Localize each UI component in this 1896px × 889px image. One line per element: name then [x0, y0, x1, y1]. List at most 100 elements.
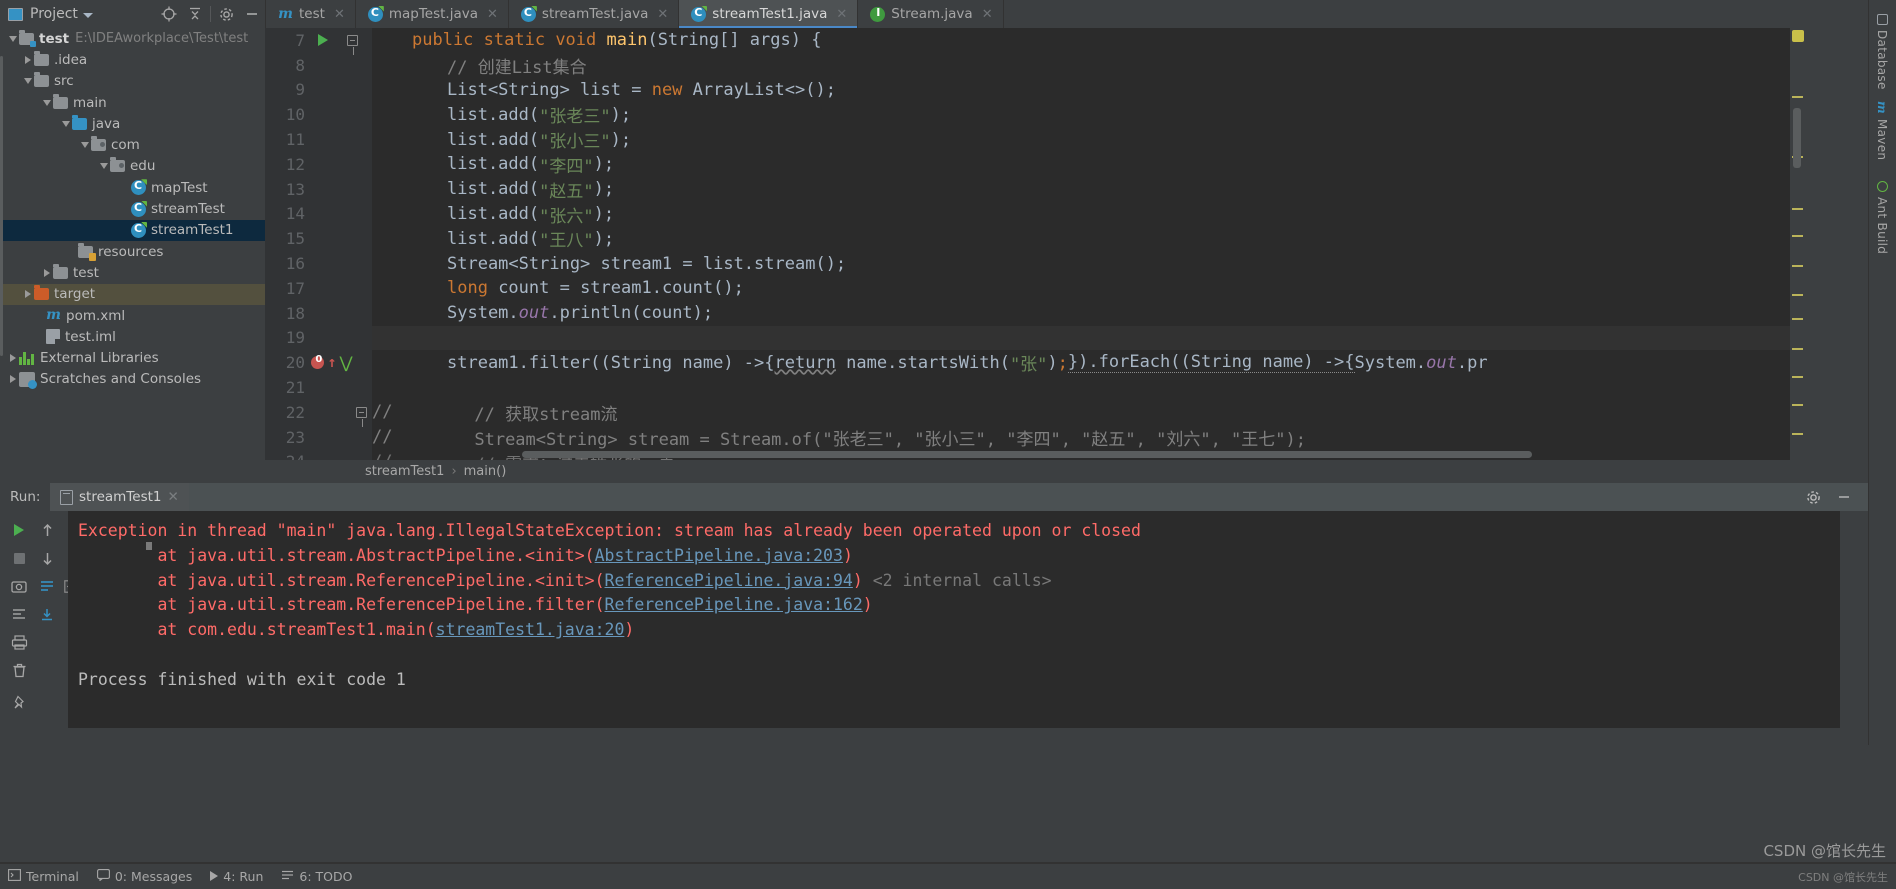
tree-item-label: Scratches and Consoles [40, 371, 202, 388]
internal-calls-label[interactable]: <2 internal calls> [873, 571, 1052, 590]
rerun-icon[interactable] [6, 517, 32, 543]
tool-button-maven[interactable]: m Maven [1871, 95, 1893, 166]
editor-tab-bar: m test ✕ mapTest.java ✕ streamTest.java … [265, 0, 1896, 28]
tree-item-test-folder[interactable]: test [0, 262, 265, 283]
run-gutter-icon[interactable] [318, 34, 328, 47]
tree-item-java[interactable]: java [0, 113, 265, 134]
fold-collapse-icon[interactable] [346, 34, 358, 55]
tree-item-test-iml[interactable]: test.iml [0, 326, 265, 347]
chevron-down-icon[interactable] [97, 163, 110, 170]
status-item-terminal[interactable]: Terminal [8, 869, 79, 884]
scroll-up-icon[interactable] [34, 517, 60, 543]
tool-button-label: Ant Build [1875, 197, 1889, 255]
tree-item-label: resources [98, 243, 164, 260]
settings-icon[interactable] [1805, 489, 1822, 510]
editor-tab-streamTest1[interactable]: streamTest1.java ✕ [679, 0, 859, 28]
inspection-ok-icon[interactable]: ⋁ [339, 354, 352, 371]
project-tree-scrollbar[interactable] [0, 56, 3, 356]
stacktrace-link[interactable]: streamTest1.java:20 [436, 620, 625, 639]
close-icon[interactable]: ✕ [334, 7, 345, 22]
stacktrace-link[interactable]: AbstractPipeline.java:203 [595, 546, 843, 565]
chevron-right-icon[interactable] [21, 55, 34, 64]
tree-item-mapTest[interactable]: mapTest [0, 177, 265, 198]
tree-item-resources[interactable]: resources [0, 241, 265, 262]
code-line-14: list.add("张六"); [447, 203, 615, 227]
code-line-9: List<String> list = new ArrayList<>(); [447, 79, 836, 100]
console-output[interactable]: Exception in thread "main" java.lang.Ill… [68, 511, 1840, 728]
stop-icon[interactable] [6, 545, 32, 571]
editor-tab-streamTest[interactable]: streamTest.java ✕ [508, 0, 680, 28]
run-tab-streamTest1[interactable]: streamTest1 ✕ [50, 483, 189, 511]
breadcrumb-method[interactable]: main() [464, 464, 507, 479]
console-caret [146, 542, 152, 550]
tool-button-ant-build[interactable]: Ant Build [1871, 175, 1893, 260]
gutter-line-13: 13 [285, 179, 305, 199]
stacktrace-link[interactable]: ReferencePipeline.java:162 [605, 595, 863, 614]
project-tree[interactable]: test E:\IDEAworkplace\Test\test .idea sr… [0, 28, 265, 483]
chevron-down-icon[interactable] [78, 142, 91, 149]
close-icon[interactable]: ✕ [487, 7, 498, 22]
inspection-warning-icon[interactable] [311, 354, 325, 370]
clear-all-icon[interactable] [6, 657, 32, 683]
status-item-todo[interactable]: 6: TODO [281, 869, 352, 884]
hide-panel-icon[interactable] [1836, 489, 1852, 509]
close-icon[interactable]: ✕ [167, 489, 178, 505]
breadcrumb-class[interactable]: streamTest1 [365, 464, 444, 479]
editor-tab-label: Stream.java [891, 6, 973, 22]
editor-vertical-scrollbar[interactable] [1793, 108, 1801, 168]
tree-item-idea[interactable]: .idea [0, 49, 265, 70]
maven-icon: m [278, 5, 293, 22]
tree-item-scratches-and-consoles[interactable]: Scratches and Consoles [0, 369, 265, 390]
inspection-summary-icon[interactable] [1792, 30, 1804, 42]
editor-tab-test[interactable]: m test ✕ [266, 0, 356, 28]
tree-item-pom-xml[interactable]: m pom.xml [0, 305, 265, 326]
collapse-all-icon[interactable] [182, 1, 208, 27]
editor-tab-mapTest[interactable]: mapTest.java ✕ [355, 0, 509, 28]
chevron-right-icon[interactable] [6, 375, 19, 384]
close-icon[interactable]: ✕ [657, 7, 668, 22]
chevron-down-icon[interactable] [21, 78, 34, 85]
chevron-down-icon[interactable] [40, 99, 53, 106]
print-settings-icon[interactable] [34, 601, 60, 627]
close-icon[interactable]: ✕ [836, 7, 847, 22]
editor-tab-label: test [299, 6, 325, 22]
breadcrumb[interactable]: streamTest1 › main() [265, 460, 1790, 483]
editor-marker-bar[interactable] [1790, 28, 1804, 483]
pin-icon[interactable] [6, 689, 32, 715]
scroll-down-icon[interactable] [34, 545, 60, 571]
tree-item-src[interactable]: src [0, 71, 265, 92]
hide-panel-icon[interactable] [239, 1, 265, 27]
print-icon[interactable] [6, 629, 32, 655]
chevron-down-icon[interactable] [6, 35, 19, 42]
editor-tab-Stream[interactable]: Stream.java ✕ [858, 0, 1004, 28]
tree-item-external-libraries[interactable]: External Libraries [0, 347, 265, 368]
tree-item-label: main [73, 94, 107, 111]
chevron-right-icon[interactable] [21, 290, 34, 299]
tree-item-main[interactable]: main [0, 92, 265, 113]
chevron-right-icon[interactable] [6, 354, 19, 363]
chevron-right-icon[interactable] [40, 268, 53, 277]
close-icon[interactable]: ✕ [982, 7, 993, 22]
code-text-area[interactable]: public static void main (String[] args) {… [372, 28, 1790, 460]
tree-item-streamTest1[interactable]: streamTest1 [0, 219, 265, 241]
tool-button-database[interactable]: Database [1871, 8, 1893, 96]
editor-tab-label: mapTest.java [388, 6, 478, 22]
tree-item-target[interactable]: target [0, 283, 265, 305]
locate-icon[interactable] [156, 1, 182, 27]
tree-item-edu[interactable]: edu [0, 156, 265, 177]
tree-item-streamTest[interactable]: streamTest [0, 198, 265, 219]
tree-item-test-module[interactable]: test E:\IDEAworkplace\Test\test [0, 28, 265, 49]
status-item-messages[interactable]: 0: Messages [96, 869, 192, 884]
scroll-to-end-icon[interactable] [6, 601, 32, 627]
code-editor[interactable]: 7 8 9 10 11 12 13 14 15 16 17 18 19 20 ↑… [265, 28, 1790, 460]
editor-horizontal-scrollbar[interactable] [372, 451, 1572, 458]
status-item-run[interactable]: 4: Run [210, 869, 263, 884]
tree-item-com[interactable]: com [0, 134, 265, 155]
chevron-down-icon[interactable] [82, 12, 93, 18]
chevron-down-icon[interactable] [59, 120, 72, 127]
camera-icon[interactable] [6, 573, 32, 599]
run-icon [210, 869, 219, 884]
fold-collapse-icon[interactable] [356, 406, 367, 427]
settings-icon[interactable] [213, 1, 239, 27]
stacktrace-link[interactable]: ReferencePipeline.java:94 [605, 571, 853, 590]
